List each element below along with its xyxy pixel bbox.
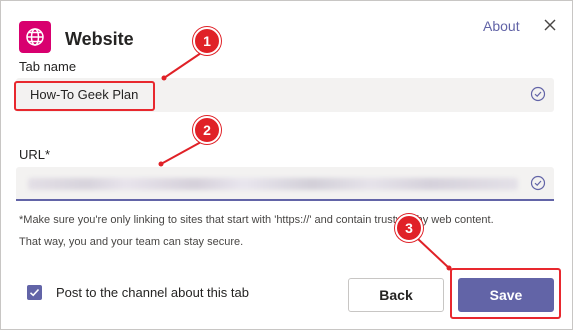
tab-name-label: Tab name — [19, 59, 77, 74]
post-to-channel-label[interactable]: Post to the channel about this tab — [56, 285, 249, 300]
url-input[interactable] — [16, 167, 554, 201]
check-circle-icon — [530, 175, 546, 191]
globe-icon — [19, 21, 51, 53]
annotation-badge-1: 1 — [193, 27, 221, 55]
annotation-box-tab-name — [14, 81, 155, 111]
dialog-title: Website — [65, 29, 134, 49]
check-circle-icon — [530, 86, 546, 102]
post-to-channel-checkbox[interactable] — [27, 285, 42, 300]
website-tab-dialog: Website About Tab name How-To Geek Plan … — [0, 0, 573, 330]
url-label: URL* — [19, 147, 51, 162]
about-link[interactable]: About — [483, 18, 520, 34]
url-hint-text-2: That way, you and your team can stay sec… — [19, 236, 244, 248]
annotation-box-save — [450, 268, 561, 319]
url-value-blurred — [28, 178, 518, 190]
close-icon[interactable] — [541, 15, 559, 35]
annotation-badge-2: 2 — [193, 116, 221, 144]
annotation-badge-3: 3 — [395, 214, 423, 242]
back-button[interactable]: Back — [348, 278, 444, 312]
